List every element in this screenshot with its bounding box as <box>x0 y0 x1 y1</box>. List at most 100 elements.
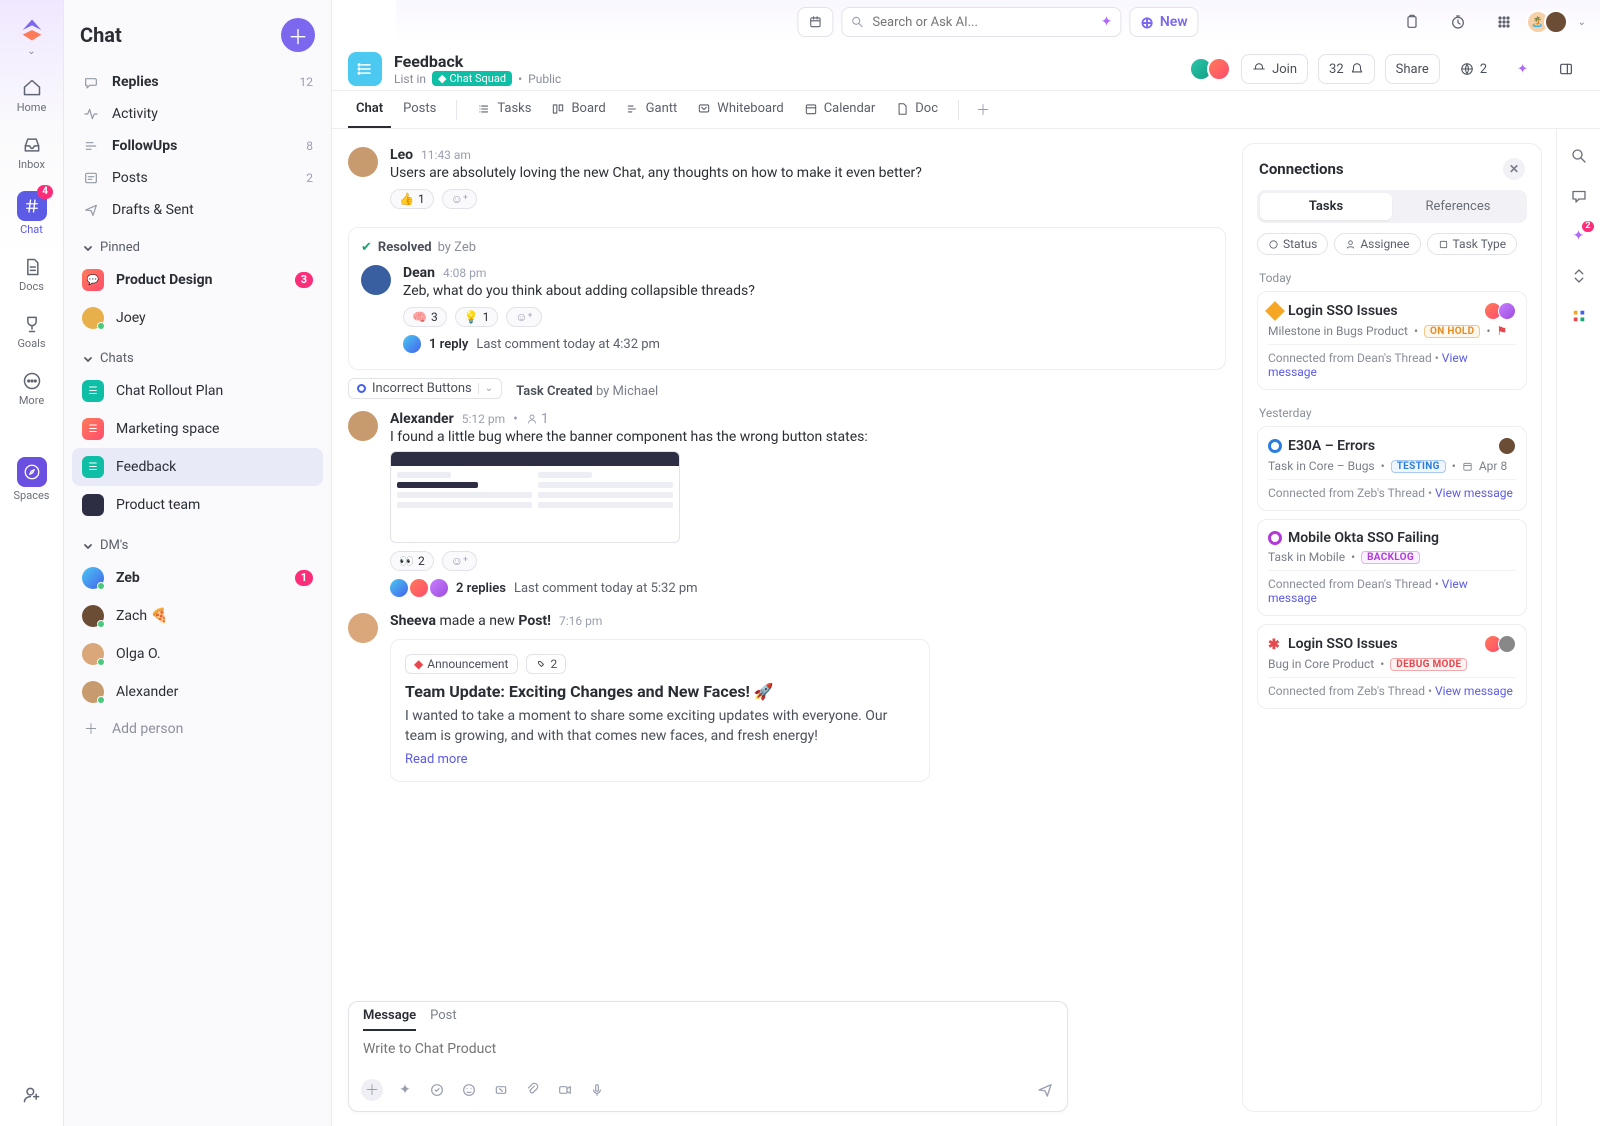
view-tab-calendar[interactable]: Calendar <box>796 91 884 128</box>
rail-item-inbox[interactable]: Inbox <box>0 124 63 181</box>
user-avatars[interactable]: 🏝️ <box>1532 10 1568 34</box>
sidebar-dm-zeb[interactable]: Zeb 1 <box>72 559 323 597</box>
attachment-icon[interactable] <box>523 1080 543 1100</box>
guests-count[interactable]: 2 <box>1450 54 1497 84</box>
emoji-icon[interactable] <box>459 1080 479 1100</box>
view-tab-tasks[interactable]: Tasks <box>469 91 539 128</box>
reaction[interactable]: 🧠3 <box>403 307 447 327</box>
connection-card[interactable]: Mobile Okta SSO Failing Task in Mobile •… <box>1257 519 1527 616</box>
rail-item-more[interactable]: More <box>0 360 63 417</box>
connection-card[interactable]: E30A – Errors Task in Core – Bugs • TEST… <box>1257 426 1527 511</box>
ai-badge-button[interactable]: ✦ 2 <box>1566 223 1592 249</box>
thread-replies[interactable]: 2 replies Last comment today at 5:32 pm <box>390 579 1226 597</box>
rail-item-chat[interactable]: 4 Chat <box>0 181 63 246</box>
sidebar-add-person[interactable]: ＋ Add person <box>72 711 323 747</box>
composer-tab-message[interactable]: Message <box>363 1008 416 1031</box>
timer-icon[interactable] <box>1440 7 1476 37</box>
sparkle-button[interactable]: ✦ <box>1507 54 1538 84</box>
view-tab-gantt[interactable]: Gantt <box>618 91 686 128</box>
view-tab-posts[interactable]: Posts <box>395 91 444 128</box>
composer-attach-button[interactable]: ＋ <box>361 1079 383 1101</box>
view-tab-whiteboard[interactable]: Whiteboard <box>689 91 791 128</box>
sidebar-chat-feedback[interactable]: ☰ Feedback <box>72 448 323 486</box>
sync-button[interactable] <box>1566 263 1592 289</box>
sidebar-section-pinned[interactable]: Pinned <box>72 226 323 261</box>
sidebar-item-activity[interactable]: Activity <box>72 98 323 130</box>
chevron-down-icon[interactable]: ⌄ <box>478 383 493 394</box>
add-reaction[interactable]: ☺︎⁺ <box>442 551 477 571</box>
sidebar-dm-olga[interactable]: Olga O. <box>72 635 323 673</box>
view-message-link[interactable]: View message <box>1435 684 1513 698</box>
sidebar-pinned-product-design[interactable]: 💬 Product Design 3 <box>72 261 323 299</box>
thread-replies[interactable]: 1 reply Last comment today at 4:32 pm <box>403 335 1213 353</box>
sidebar-dm-zach[interactable]: Zach 🍕 <box>72 597 323 635</box>
view-tab-board[interactable]: Board <box>543 91 613 128</box>
view-message-link[interactable]: View message <box>1435 486 1513 500</box>
filter-assignee[interactable]: Assignee <box>1334 233 1420 255</box>
view-tab-chat[interactable]: Chat <box>348 91 391 128</box>
task-chip[interactable]: Incorrect Buttons ⌄ <box>348 378 502 399</box>
composer-tab-post[interactable]: Post <box>430 1008 457 1031</box>
member-avatars[interactable] <box>1195 57 1231 81</box>
invite-button[interactable] <box>21 1080 43 1110</box>
rail-item-goals[interactable]: Goals <box>0 303 63 360</box>
search-button[interactable] <box>1566 143 1592 169</box>
app-logo[interactable] <box>18 16 46 44</box>
add-reaction[interactable]: ☺︎⁺ <box>506 307 541 327</box>
share-button[interactable]: Share <box>1385 54 1440 84</box>
seg-tasks[interactable]: Tasks <box>1260 193 1392 220</box>
calendar-shortcut[interactable] <box>797 7 833 37</box>
new-button[interactable]: ⊕New <box>1129 7 1198 37</box>
slash-icon[interactable] <box>491 1080 511 1100</box>
member-count[interactable]: 32 <box>1318 54 1375 84</box>
sidebar-chat-marketing[interactable]: ☰ Marketing space <box>72 410 323 448</box>
post-card[interactable]: ◆Announcement 2 Team Update: Exciting Ch… <box>390 639 930 782</box>
workspace-switcher-chevron[interactable]: ⌄ <box>27 46 35 57</box>
compose-button[interactable]: ＋ <box>281 18 315 52</box>
add-view-button[interactable]: ＋ <box>971 98 995 122</box>
connection-card[interactable]: Login SSO Issues Milestone in Bugs Produ… <box>1257 291 1527 390</box>
sidebar-chat-product-team[interactable]: Product team <box>72 486 323 524</box>
sidebar-pinned-joey[interactable]: Joey <box>72 299 323 337</box>
connection-card[interactable]: ✱ Login SSO Issues Bug in Core Product •… <box>1257 624 1527 709</box>
filter-status[interactable]: Status <box>1257 233 1328 255</box>
comments-button[interactable] <box>1566 183 1592 209</box>
sidebar-item-posts[interactable]: Posts 2 <box>72 162 323 194</box>
grid-button[interactable] <box>1566 303 1592 329</box>
post-tag-announcement[interactable]: ◆Announcement <box>405 654 518 674</box>
read-more-link[interactable]: Read more <box>405 752 915 767</box>
task-icon[interactable] <box>427 1080 447 1100</box>
chevron-down-icon[interactable]: ⌄ <box>1578 17 1586 28</box>
reaction[interactable]: 💡1 <box>455 307 499 327</box>
squad-tag[interactable]: ◆ Chat Squad <box>432 71 512 86</box>
view-tab-doc[interactable]: Doc <box>887 91 946 128</box>
attached-image[interactable] <box>390 451 680 543</box>
apps-icon[interactable] <box>1486 7 1522 37</box>
rail-item-home[interactable]: Home <box>0 67 63 124</box>
seg-references[interactable]: References <box>1392 193 1524 220</box>
panel-toggle[interactable] <box>1548 54 1584 84</box>
video-icon[interactable] <box>555 1080 575 1100</box>
send-button[interactable] <box>1035 1080 1055 1100</box>
clipboard-icon[interactable] <box>1394 7 1430 37</box>
add-reaction[interactable]: ☺︎⁺ <box>442 189 477 209</box>
post-relation-count[interactable]: 2 <box>526 654 567 674</box>
sidebar-item-replies[interactable]: Replies 12 <box>72 66 323 98</box>
sidebar-section-dms[interactable]: DM's <box>72 524 323 559</box>
ai-icon[interactable]: ✦ <box>395 1080 415 1100</box>
reaction[interactable]: 👍1 <box>390 189 434 209</box>
join-button[interactable]: Join <box>1241 54 1308 84</box>
search-input[interactable] <box>872 15 1092 30</box>
rail-item-spaces[interactable]: Spaces <box>0 447 63 512</box>
reaction[interactable]: 👀2 <box>390 551 434 571</box>
sidebar-chat-rollout[interactable]: ☰ Chat Rollout Plan <box>72 372 323 410</box>
close-panel-button[interactable]: ✕ <box>1503 158 1525 180</box>
sidebar-item-drafts[interactable]: Drafts & Sent <box>72 194 323 226</box>
sidebar-item-followups[interactable]: FollowUps 8 <box>72 130 323 162</box>
sidebar-section-chats[interactable]: Chats <box>72 337 323 372</box>
rail-item-docs[interactable]: Docs <box>0 246 63 303</box>
filter-tasktype[interactable]: Task Type <box>1427 233 1518 255</box>
composer-input[interactable] <box>349 1031 1067 1069</box>
mic-icon[interactable] <box>587 1080 607 1100</box>
sidebar-dm-alexander[interactable]: Alexander <box>72 673 323 711</box>
